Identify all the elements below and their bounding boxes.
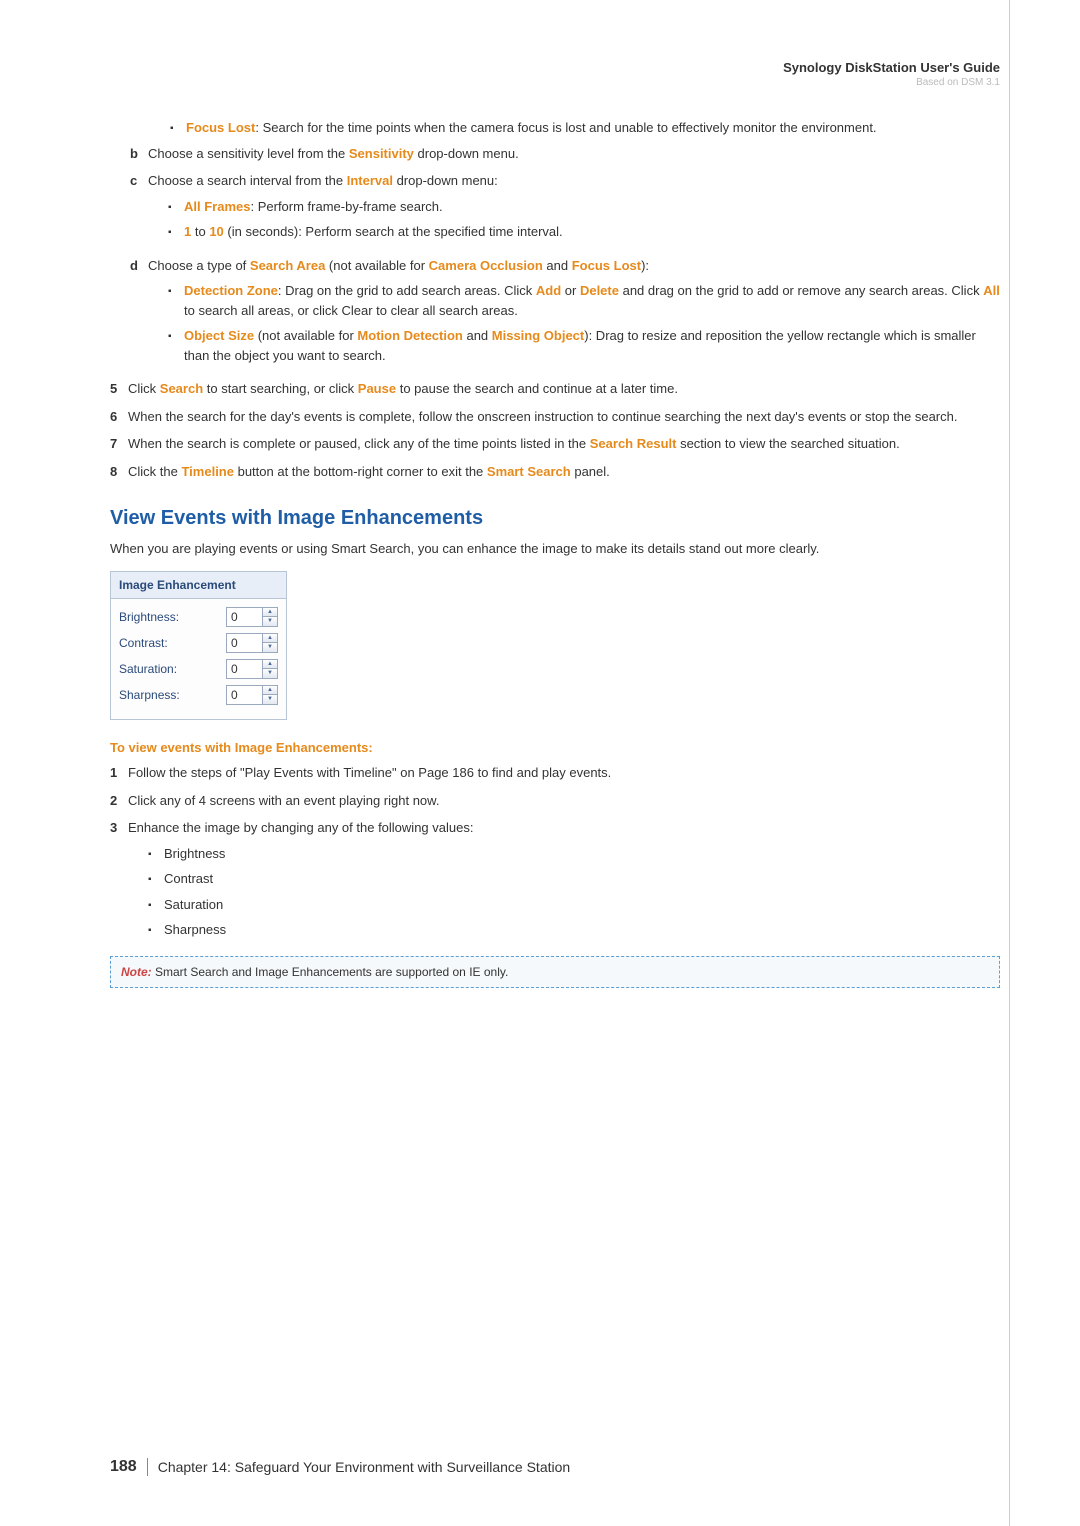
sensitivity-label: Sensitivity (349, 146, 414, 161)
brightness-label: Brightness: (119, 608, 179, 626)
list-item: Object Size (not available for Motion De… (168, 326, 1000, 365)
number-marker: 8 (110, 462, 128, 482)
text: Click the Timeline button at the bottom-… (128, 462, 1000, 482)
spinner-up-icon[interactable]: ▲ (263, 634, 277, 644)
spinner-up-icon[interactable]: ▲ (263, 608, 277, 618)
note-box: Note: Smart Search and Image Enhancement… (110, 956, 1000, 988)
spinner-down-icon[interactable]: ▼ (263, 617, 277, 626)
section-heading: View Events with Image Enhancements (110, 503, 1000, 533)
interval-label: Interval (347, 173, 393, 188)
sharpness-row: Sharpness: 0 ▲ ▼ (119, 685, 278, 705)
brightness-row: Brightness: 0 ▲ ▼ (119, 607, 278, 627)
list-item-b: b Choose a sensitivity level from the Se… (130, 144, 1000, 164)
bullet-sublist: Focus Lost: Search for the time points w… (170, 118, 1000, 138)
number-marker: 5 (110, 379, 128, 399)
list-item-7: 7 When the search is complete or paused,… (110, 434, 1000, 454)
spinner-buttons: ▲ ▼ (262, 608, 277, 626)
number-marker: 6 (110, 407, 128, 427)
brightness-spinner[interactable]: 0 ▲ ▼ (226, 607, 278, 627)
saturation-row: Saturation: 0 ▲ ▼ (119, 659, 278, 679)
text: Choose a search interval from the Interv… (148, 171, 1000, 248)
sharpness-spinner[interactable]: 0 ▲ ▼ (226, 685, 278, 705)
spinner-value[interactable]: 0 (227, 686, 262, 704)
list-item: Brightness (148, 844, 1000, 864)
list-item-d: d Choose a type of Search Area (not avai… (130, 256, 1000, 372)
doc-subtitle: Based on DSM 3.1 (110, 77, 1000, 88)
list-item: 1 to 10 (in seconds): Perform search at … (168, 222, 1000, 242)
number-marker: 7 (110, 434, 128, 454)
letter-marker: c (130, 171, 148, 248)
list-item-5: 5 Click Search to start searching, or cl… (110, 379, 1000, 399)
spinner-buttons: ▲ ▼ (262, 634, 277, 652)
list-item: Sharpness (148, 920, 1000, 940)
list-item: Saturation (148, 895, 1000, 915)
list-item-c: c Choose a search interval from the Inte… (130, 171, 1000, 248)
saturation-spinner[interactable]: 0 ▲ ▼ (226, 659, 278, 679)
number-marker: 3 (110, 818, 128, 946)
spinner-down-icon[interactable]: ▼ (263, 669, 277, 678)
text: Choose a type of Search Area (not availa… (148, 256, 1000, 372)
letter-marker: b (130, 144, 148, 164)
text: Choose a sensitivity level from the Sens… (148, 144, 1000, 164)
spinner-value[interactable]: 0 (227, 608, 262, 626)
spinner-value[interactable]: 0 (227, 634, 262, 652)
list-item-8: 8 Click the Timeline button at the botto… (110, 462, 1000, 482)
note-text: Smart Search and Image Enhancements are … (152, 965, 509, 979)
list-item-1: 1Follow the steps of "Play Events with T… (110, 763, 1000, 783)
sharpness-label: Sharpness: (119, 686, 180, 704)
spinner-down-icon[interactable]: ▼ (263, 643, 277, 652)
number-marker: 1 (110, 763, 128, 783)
contrast-label: Contrast: (119, 634, 168, 652)
bullet-sublist: All Frames: Perform frame-by-frame searc… (168, 197, 1000, 242)
page-footer: 188 Chapter 14: Safeguard Your Environme… (110, 1458, 1000, 1476)
numbered-list-2: 1Follow the steps of "Play Events with T… (110, 763, 1000, 946)
contrast-row: Contrast: 0 ▲ ▼ (119, 633, 278, 653)
page-header: Synology DiskStation User's Guide Based … (110, 60, 1000, 88)
bullet-sublist: Detection Zone: Drag on the grid to add … (168, 281, 1000, 365)
list-item-2: 2Click any of 4 screens with an event pl… (110, 791, 1000, 811)
list-item-3: 3 Enhance the image by changing any of t… (110, 818, 1000, 946)
numbered-list: 5 Click Search to start searching, or cl… (110, 379, 1000, 481)
content-body: Focus Lost: Search for the time points w… (110, 118, 1000, 988)
lettered-list: b Choose a sensitivity level from the Se… (110, 144, 1000, 372)
letter-marker: d (130, 256, 148, 372)
note-label: Note: (121, 965, 152, 979)
focus-lost-label: Focus Lost (186, 120, 255, 135)
list-item: Detection Zone: Drag on the grid to add … (168, 281, 1000, 320)
section-paragraph: When you are playing events or using Sma… (110, 539, 1000, 559)
bullet-sublist: Brightness Contrast Saturation Sharpness (148, 844, 1000, 940)
image-enhancement-panel: Image Enhancement Brightness: 0 ▲ ▼ Cont… (110, 571, 287, 720)
text: : Search for the time points when the ca… (255, 120, 876, 135)
spinner-buttons: ▲ ▼ (262, 660, 277, 678)
list-item: All Frames: Perform frame-by-frame searc… (168, 197, 1000, 217)
chapter-title: Chapter 14: Safeguard Your Environment w… (158, 1459, 570, 1475)
text: Enhance the image by changing any of the… (128, 818, 1000, 946)
page-number: 188 (110, 1458, 148, 1476)
text: Follow the steps of "Play Events with Ti… (128, 763, 1000, 783)
number-marker: 2 (110, 791, 128, 811)
panel-body: Brightness: 0 ▲ ▼ Contrast: 0 ▲ (111, 599, 286, 719)
list-item: Contrast (148, 869, 1000, 889)
saturation-label: Saturation: (119, 660, 177, 678)
text: When the search for the day's events is … (128, 407, 1000, 427)
page-divider (1009, 0, 1010, 1526)
doc-title: Synology DiskStation User's Guide (110, 60, 1000, 75)
text: Click Search to start searching, or clic… (128, 379, 1000, 399)
list-item: Focus Lost: Search for the time points w… (170, 118, 1000, 138)
subsection-heading: To view events with Image Enhancements: (110, 738, 1000, 758)
list-item-6: 6 When the search for the day's events i… (110, 407, 1000, 427)
text: Click any of 4 screens with an event pla… (128, 791, 1000, 811)
document-page: Synology DiskStation User's Guide Based … (0, 0, 1080, 1526)
text: When the search is complete or paused, c… (128, 434, 1000, 454)
spinner-buttons: ▲ ▼ (262, 686, 277, 704)
spinner-value[interactable]: 0 (227, 660, 262, 678)
contrast-spinner[interactable]: 0 ▲ ▼ (226, 633, 278, 653)
spinner-up-icon[interactable]: ▲ (263, 660, 277, 670)
spinner-down-icon[interactable]: ▼ (263, 695, 277, 704)
panel-title: Image Enhancement (111, 572, 286, 599)
spinner-up-icon[interactable]: ▲ (263, 686, 277, 696)
